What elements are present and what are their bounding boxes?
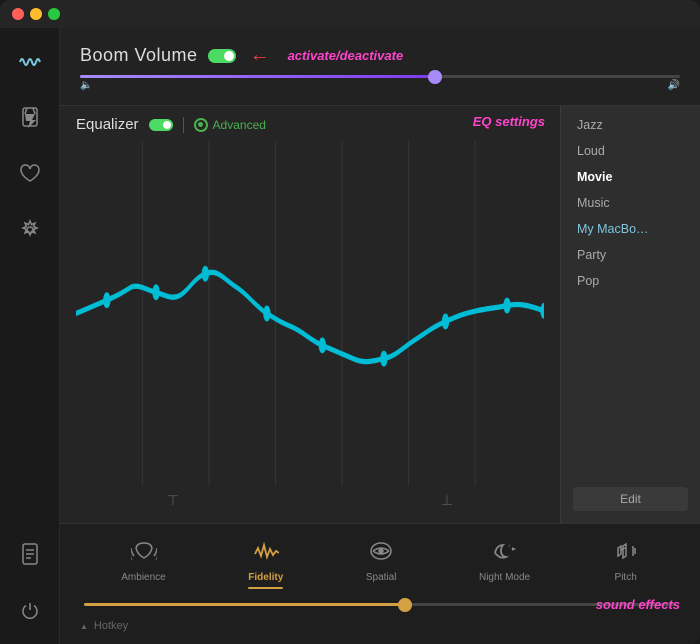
volume-section: Boom Volume ← activate/deactivate 🔈 🔊: [60, 28, 700, 105]
sidebar-icon-bolt[interactable]: [12, 100, 48, 136]
preset-loud[interactable]: Loud: [561, 138, 700, 164]
preset-pop[interactable]: Pop: [561, 268, 700, 294]
eq-bottom-icon-2: ⊥: [441, 492, 453, 509]
hotkey-chevron-icon: ▲: [80, 622, 88, 631]
eq-toggle[interactable]: [149, 119, 173, 131]
effect-slider-row: sound effects: [80, 603, 680, 606]
eq-chart: [76, 141, 544, 486]
preset-movie[interactable]: Movie: [561, 164, 700, 190]
sidebar-icon-power[interactable]: [12, 592, 48, 628]
night-mode-icon: [492, 540, 518, 568]
eq-presets-panel: Jazz Loud Movie Music My MacBo… Party Po…: [560, 106, 700, 523]
eq-section: Equalizer Advanced EQ settings: [60, 105, 700, 523]
ambience-label: Ambience: [121, 572, 165, 583]
hotkey-section[interactable]: ▲ Hotkey: [80, 614, 680, 634]
maximize-button[interactable]: [48, 8, 60, 20]
spatial-icon: [368, 540, 394, 568]
fidelity-icon: [253, 540, 279, 568]
sidebar-icon-wave[interactable]: [12, 44, 48, 80]
effect-tab-spatial[interactable]: Spatial: [356, 536, 407, 593]
effect-tab-night-mode[interactable]: Night Mode: [469, 536, 540, 593]
effect-tab-fidelity[interactable]: Fidelity: [238, 536, 293, 593]
advanced-label: Advanced: [213, 118, 266, 132]
volume-slider-container: 🔈 🔊: [80, 75, 680, 91]
effect-slider-thumb[interactable]: [398, 598, 412, 612]
preset-music[interactable]: Music: [561, 190, 700, 216]
preset-jazz[interactable]: Jazz: [561, 112, 700, 138]
activate-annotation: activate/deactivate: [288, 48, 404, 63]
preset-mymacbo[interactable]: My MacBo…: [561, 216, 700, 242]
titlebar: [0, 0, 700, 28]
main-layout: Boom Volume ← activate/deactivate 🔈 🔊: [0, 28, 700, 644]
effect-slider-container: [80, 603, 680, 606]
eq-bottom-icons: ⊤ ⊥: [76, 486, 544, 513]
volume-toggle[interactable]: [208, 49, 236, 63]
pitch-icon: [613, 540, 639, 568]
eq-annotation: EQ settings: [473, 114, 545, 129]
preset-party[interactable]: Party: [561, 242, 700, 268]
sound-effects-annotation: sound effects: [596, 597, 680, 612]
preset-edit-button[interactable]: Edit: [573, 487, 688, 511]
ambience-icon: [131, 540, 157, 568]
volume-slider-icons: 🔈 🔊: [80, 80, 680, 91]
sidebar-icon-heart[interactable]: [12, 156, 48, 192]
eq-title: Equalizer: [76, 116, 139, 133]
sidebar-icon-document[interactable]: [12, 536, 48, 572]
fidelity-underline: [248, 587, 283, 589]
volume-slider-track[interactable]: [80, 75, 680, 78]
night-mode-label: Night Mode: [479, 572, 530, 583]
pitch-label: Pitch: [615, 572, 637, 583]
effect-slider-track[interactable]: [84, 603, 676, 606]
eq-header: Equalizer Advanced EQ settings: [76, 116, 544, 133]
content-area: Boom Volume ← activate/deactivate 🔈 🔊: [60, 28, 700, 644]
effect-tab-ambience[interactable]: Ambience: [111, 536, 175, 593]
volume-header: Boom Volume ← activate/deactivate: [80, 44, 680, 67]
effects-section: Ambience Fidelity: [60, 523, 700, 644]
fidelity-label: Fidelity: [248, 572, 283, 583]
volume-max-icon: 🔊: [668, 80, 680, 91]
volume-title: Boom Volume: [80, 45, 198, 66]
app-window: Boom Volume ← activate/deactivate 🔈 🔊: [0, 0, 700, 644]
spatial-label: Spatial: [366, 572, 397, 583]
advanced-badge[interactable]: Advanced: [194, 118, 266, 132]
advanced-dot-icon: [194, 118, 208, 132]
eq-divider: [183, 117, 184, 133]
effects-tabs: Ambience Fidelity: [80, 536, 680, 593]
hotkey-label: Hotkey: [94, 620, 128, 632]
minimize-button[interactable]: [30, 8, 42, 20]
volume-min-icon: 🔈: [80, 80, 92, 91]
sidebar: [0, 28, 60, 644]
eq-bottom-icon-1: ⊤: [167, 492, 179, 509]
volume-slider-thumb[interactable]: [428, 70, 442, 84]
volume-arrow: ←: [250, 44, 270, 67]
sidebar-icon-settings[interactable]: [12, 212, 48, 248]
traffic-lights: [12, 8, 60, 20]
effect-tab-pitch[interactable]: Pitch: [603, 536, 649, 593]
eq-left: Equalizer Advanced EQ settings: [60, 106, 560, 523]
close-button[interactable]: [12, 8, 24, 20]
